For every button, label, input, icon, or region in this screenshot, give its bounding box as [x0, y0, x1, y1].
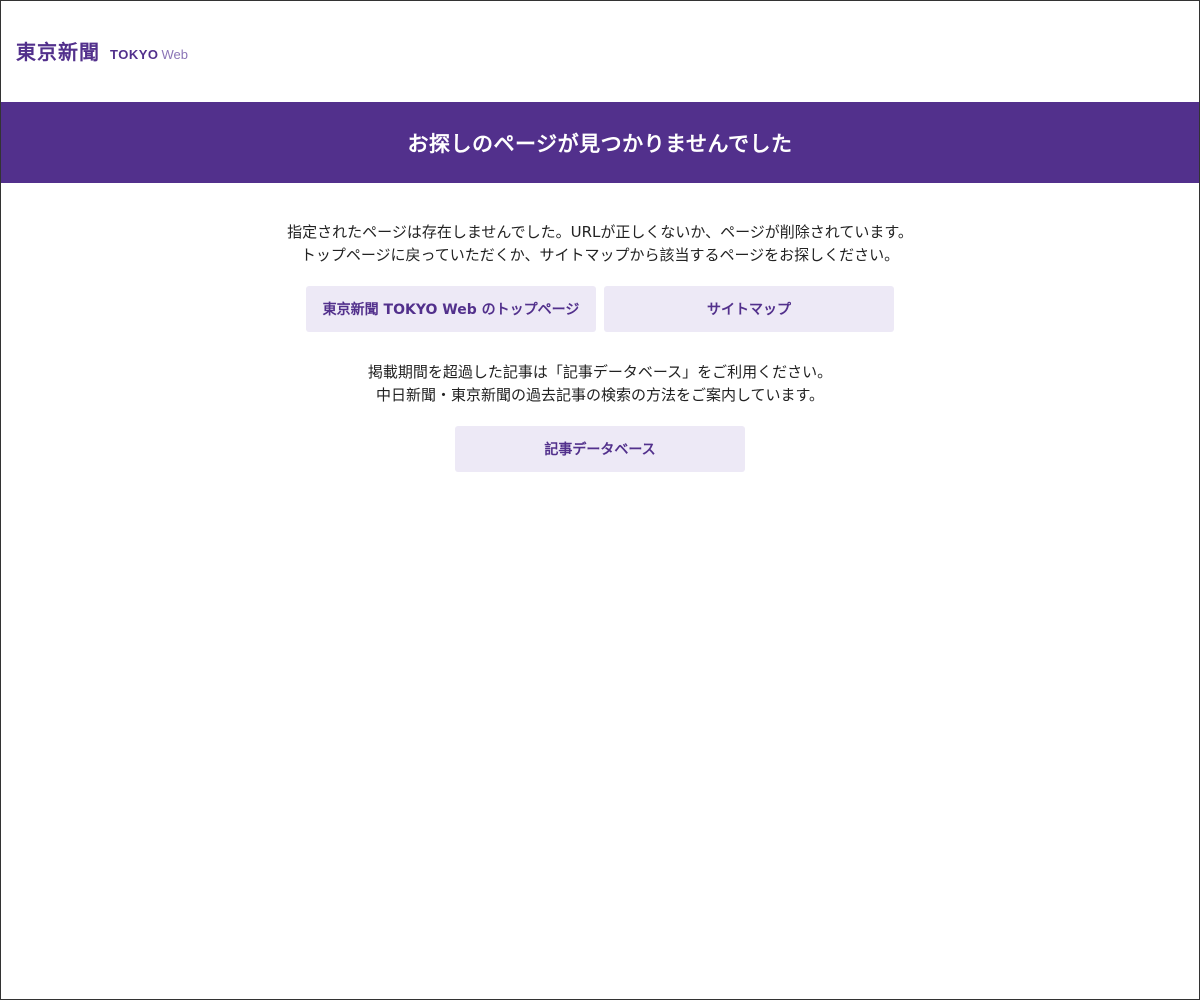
title-band: お探しのページが見つかりませんでした	[1, 102, 1199, 183]
page-title: お探しのページが見つかりませんでした	[407, 131, 793, 156]
message-line-1: 指定されたページは存在しませんでした。URLが正しくないか、ページが削除されてい…	[287, 223, 913, 241]
article-database-button[interactable]: 記事データベース	[455, 426, 745, 472]
site-logo[interactable]: 東京新聞 TOKYO Web	[16, 36, 188, 65]
not-found-message: 指定されたページは存在しませんでした。URLが正しくないか、ページが削除されてい…	[1, 221, 1199, 267]
message-line-2: トップページに戻っていただくか、サイトマップから該当するページをお探しください。	[300, 246, 900, 264]
archive-line-2: 中日新聞・東京新聞の過去記事の検索の方法をご案内しています。	[375, 386, 825, 404]
site-header: 東京新聞 TOKYO Web	[1, 1, 1199, 102]
logo-tokyo: TOKYO	[110, 47, 159, 62]
top-page-button[interactable]: 東京新聞 TOKYO Web のトップページ	[306, 286, 596, 332]
archive-message: 掲載期間を超過した記事は「記事データベース」をご利用ください。 中日新聞・東京新…	[1, 361, 1199, 407]
logo-kanji: 東京新聞	[16, 40, 100, 64]
archive-line-1: 掲載期間を超過した記事は「記事データベース」をご利用ください。	[367, 363, 833, 381]
archive-buttons: 記事データベース	[1, 426, 1199, 472]
main-content: 指定されたページは存在しませんでした。URLが正しくないか、ページが削除されてい…	[1, 183, 1199, 472]
navigation-buttons: 東京新聞 TOKYO Web のトップページ サイトマップ	[1, 286, 1199, 332]
logo-web: Web	[161, 47, 189, 62]
sitemap-button[interactable]: サイトマップ	[604, 286, 894, 332]
